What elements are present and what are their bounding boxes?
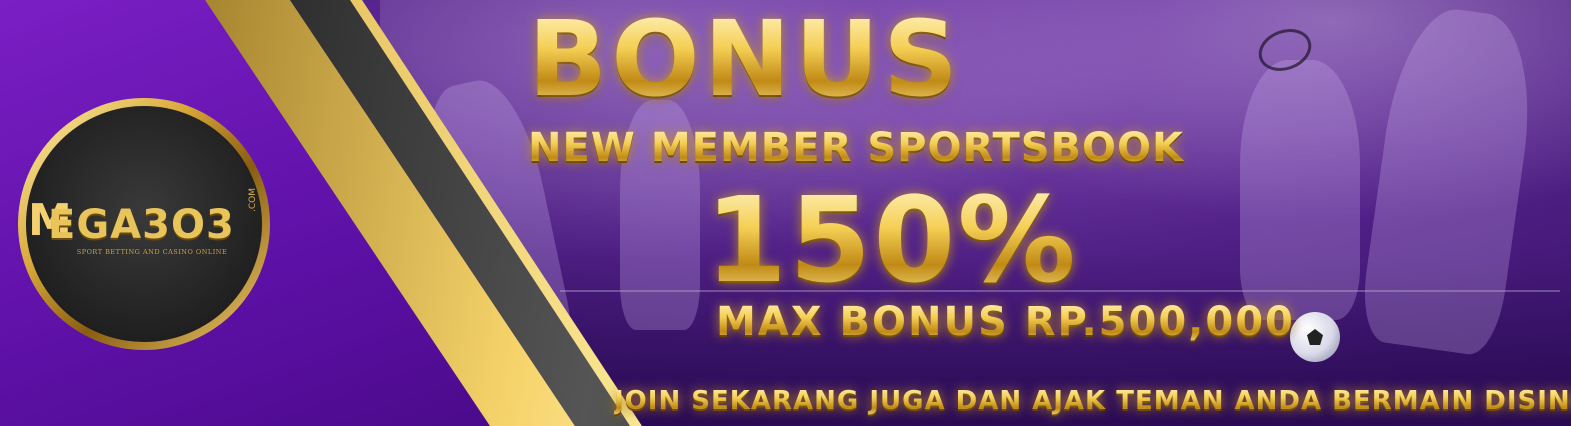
soccer-ball-icon (1290, 312, 1340, 362)
bonus-percentage: 150% (705, 171, 1078, 309)
brand-logo[interactable]: M EGA3O3 .COM SPORT BETTING AND CASINO O… (18, 98, 270, 350)
promo-banner[interactable]: M EGA3O3 .COM SPORT BETTING AND CASINO O… (0, 0, 1571, 426)
promo-subtitle: NEW MEMBER SPORTSBOOK (528, 125, 1185, 171)
tennis-player-figure (1240, 60, 1360, 320)
logo-tagline: SPORT BETTING AND CASINO ONLINE (76, 248, 228, 256)
max-bonus-text: MAX BONUS RP.500,000 (716, 299, 1295, 345)
logo-wordmark: EGA3O3 (48, 202, 235, 248)
promo-title: BONUS (528, 0, 963, 120)
logo-domain-suffix: .COM (248, 188, 258, 212)
call-to-action-text: JOIN SEKARANG JUGA DAN AJAK TEMAN ANDA B… (614, 384, 1571, 418)
logo-disc: M EGA3O3 .COM SPORT BETTING AND CASINO O… (26, 106, 262, 342)
